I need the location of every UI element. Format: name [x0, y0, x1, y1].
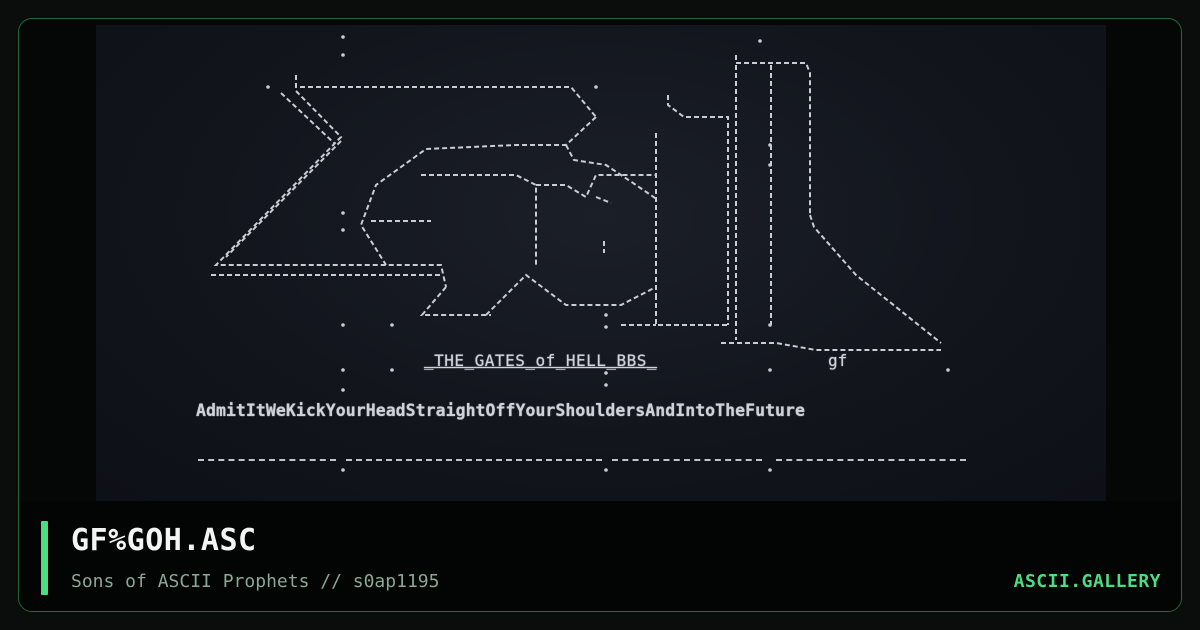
accent-bar [41, 521, 48, 595]
site-brand-link[interactable]: ASCII.GALLERY [1014, 571, 1161, 592]
file-subtitle: Sons of ASCII Prophets // s0ap1195 [71, 571, 440, 592]
ascii-art-signature: gf [828, 351, 848, 370]
ascii-art-motto: AdmitItWeKickYourHeadStraightOffYourShou… [196, 401, 806, 420]
ascii-rule-segment [346, 459, 602, 461]
info-bar: GF%GOH.ASC Sons of ASCII Prophets // s0a… [19, 501, 1181, 611]
ascii-rule-segment [198, 459, 336, 461]
ascii-rule-segment [776, 459, 966, 461]
file-title: GF%GOH.ASC [71, 523, 257, 558]
ascii-art-preview[interactable]: _THE_GATES_of_HELL_BBS_ gf AdmitItWeKick… [96, 25, 1106, 501]
gallery-card: _THE_GATES_of_HELL_BBS_ gf AdmitItWeKick… [18, 18, 1182, 612]
ascii-art-caption: _THE_GATES_of_HELL_BBS_ [424, 351, 658, 370]
ascii-rule-segment [612, 459, 762, 461]
ascii-art-logo [211, 35, 950, 472]
